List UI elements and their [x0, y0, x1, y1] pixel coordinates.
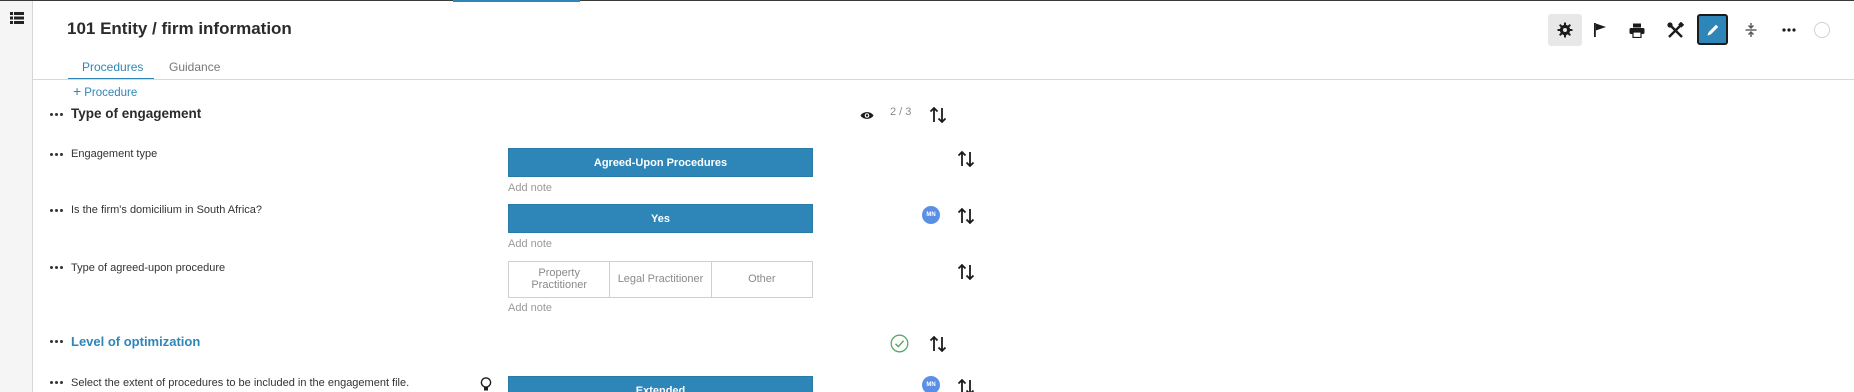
- question-engagement-type: Engagement type: [71, 148, 158, 160]
- tab-guidance[interactable]: Guidance: [169, 60, 220, 74]
- answer-engagement-type[interactable]: Agreed-Upon Procedures: [508, 148, 813, 177]
- print-icon: [1629, 23, 1645, 38]
- option-property-practitioner[interactable]: Property Practitioner: [509, 262, 611, 297]
- answer-domicilium[interactable]: Yes: [508, 204, 813, 233]
- lightbulb-icon[interactable]: [480, 377, 492, 392]
- print-button[interactable]: [1620, 14, 1654, 46]
- add-note-link[interactable]: Add note: [508, 238, 552, 250]
- option-legal-practitioner[interactable]: Legal Practitioner: [610, 262, 712, 297]
- gear-icon: [1557, 22, 1573, 38]
- tools-icon: [1666, 21, 1684, 38]
- sort-icon[interactable]: [957, 207, 975, 225]
- loading-indicator: [453, 0, 580, 2]
- tab-procedures[interactable]: Procedures: [82, 60, 143, 74]
- question-menu-button[interactable]: [50, 209, 64, 213]
- section-menu-button[interactable]: [50, 113, 64, 117]
- flag-icon: [1594, 23, 1606, 37]
- tab-divider: [33, 79, 1854, 80]
- settings-button[interactable]: [1548, 14, 1582, 46]
- sort-icon[interactable]: [929, 106, 947, 124]
- pencil-icon: [1707, 24, 1718, 35]
- list-icon[interactable]: [10, 12, 24, 24]
- top-border: [0, 0, 1854, 1]
- collapse-button[interactable]: [1734, 14, 1768, 46]
- left-rail: [0, 1, 33, 392]
- answer-extent-of-procedures[interactable]: Extended: [508, 376, 813, 392]
- section-title-optimization[interactable]: Level of optimization: [71, 334, 200, 349]
- progress-counter: 2 / 3: [890, 106, 912, 118]
- sort-icon[interactable]: [957, 263, 975, 281]
- avatar[interactable]: MN: [922, 376, 940, 392]
- question-aup-type: Type of agreed-upon procedure: [71, 262, 226, 274]
- sort-icon[interactable]: [957, 378, 975, 392]
- flag-button[interactable]: [1583, 14, 1617, 46]
- status-circle[interactable]: [1814, 22, 1830, 38]
- section-title-engagement: Type of engagement: [71, 106, 202, 121]
- question-domicilium: Is the firm's domicilium in South Africa…: [71, 204, 263, 216]
- question-menu-button[interactable]: [50, 381, 64, 385]
- more-icon: [1782, 28, 1796, 32]
- collapse-icon: [1745, 23, 1757, 37]
- question-extent-of-procedures: Select the extent of procedures to be in…: [71, 377, 410, 389]
- page-title: 101 Entity / firm information: [67, 19, 292, 38]
- tools-button[interactable]: [1658, 14, 1692, 46]
- option-other[interactable]: Other: [712, 262, 812, 297]
- edit-mode-button[interactable]: [1697, 14, 1728, 45]
- more-button[interactable]: [1772, 14, 1806, 46]
- add-procedure-label: Procedure: [84, 87, 138, 99]
- add-note-link[interactable]: Add note: [508, 302, 552, 314]
- add-note-link[interactable]: Add note: [508, 182, 552, 194]
- plus-icon: +: [73, 83, 82, 99]
- avatar[interactable]: MN: [922, 206, 940, 224]
- question-menu-button[interactable]: [50, 266, 64, 270]
- aup-type-options: Property Practitioner Legal Practitioner…: [508, 261, 813, 298]
- question-menu-button[interactable]: [50, 153, 64, 157]
- eye-icon[interactable]: [860, 110, 874, 121]
- section-menu-button[interactable]: [50, 340, 64, 344]
- add-procedure-button[interactable]: + Procedure: [73, 83, 137, 99]
- sort-icon[interactable]: [957, 150, 975, 168]
- check-circle-icon: [890, 334, 909, 353]
- sort-icon[interactable]: [929, 335, 947, 353]
